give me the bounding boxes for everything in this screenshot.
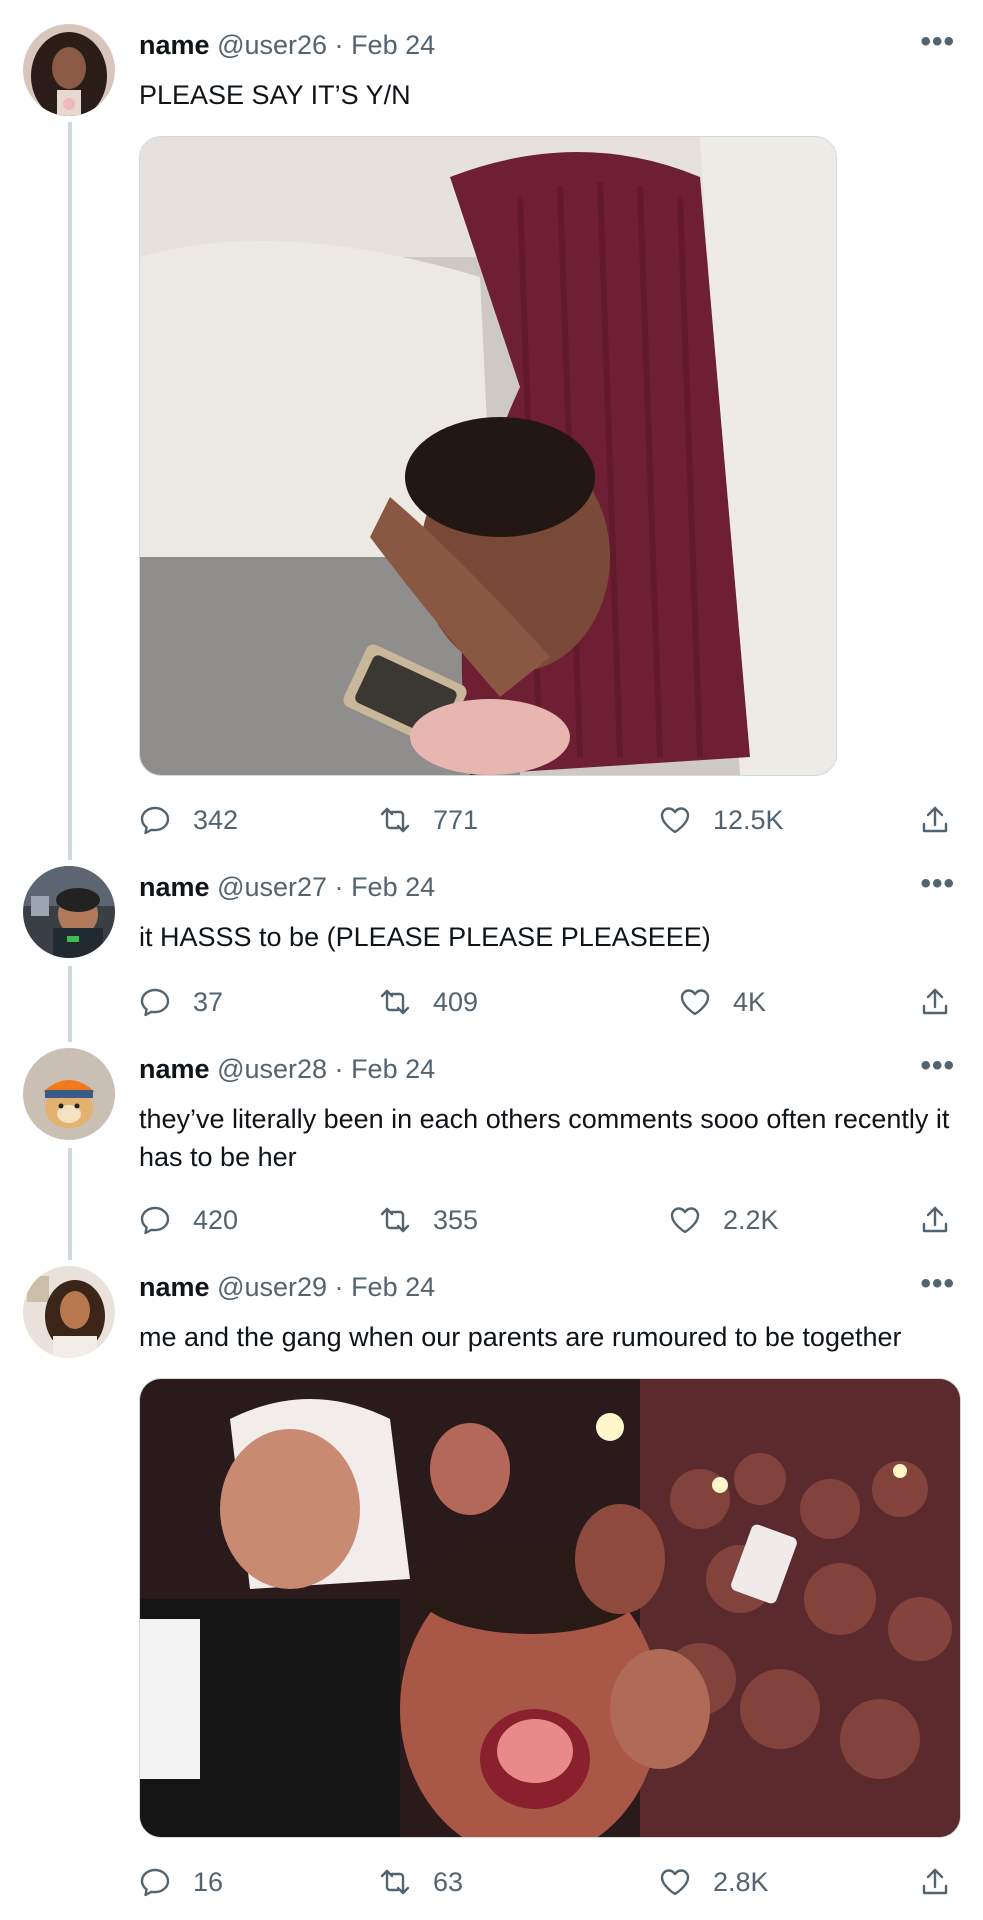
avatar-image bbox=[23, 1266, 115, 1358]
heart-icon bbox=[669, 1204, 701, 1236]
reply-count: 342 bbox=[193, 804, 239, 835]
reply-icon bbox=[139, 1204, 171, 1236]
more-icon[interactable]: ••• bbox=[920, 869, 955, 899]
photo-crowd-selfie bbox=[140, 1379, 960, 1837]
like-count: 12.5K bbox=[713, 804, 784, 835]
display-name[interactable]: name bbox=[139, 30, 210, 60]
retweet-icon bbox=[379, 986, 411, 1018]
avatar[interactable] bbox=[23, 24, 115, 116]
reply-count: 420 bbox=[193, 1204, 239, 1235]
tweet-thread: name @user26 · Feb 24 ••• PLEASE SAY IT’… bbox=[0, 0, 983, 1920]
retweet-button[interactable]: 409 bbox=[379, 982, 478, 1022]
user-handle[interactable]: @user27 bbox=[217, 872, 327, 902]
tweet-text: they’ve literally been in each others co… bbox=[139, 1104, 950, 1172]
reply-count: 16 bbox=[193, 1866, 224, 1897]
like-button[interactable]: 12.5K bbox=[659, 800, 784, 840]
retweet-button[interactable]: 771 bbox=[379, 800, 478, 840]
avatar-image bbox=[23, 866, 115, 958]
tweet-text: it HASSS to be (PLEASE PLEASE PLEASEEE) bbox=[139, 922, 711, 952]
reply-button[interactable]: 16 bbox=[139, 1862, 223, 1902]
like-button[interactable]: 2.8K bbox=[659, 1862, 769, 1902]
user-handle[interactable]: @user29 bbox=[217, 1272, 327, 1302]
avatar[interactable] bbox=[23, 1048, 115, 1140]
share-button[interactable] bbox=[919, 1200, 973, 1240]
retweet-button[interactable]: 355 bbox=[379, 1200, 478, 1240]
tweet-date[interactable]: Feb 24 bbox=[351, 30, 435, 60]
thread-connector bbox=[68, 966, 72, 1042]
share-button[interactable] bbox=[919, 1862, 973, 1902]
tweet-actions: 420 355 2.2K bbox=[139, 1200, 959, 1240]
tweet-media-image[interactable] bbox=[139, 136, 837, 776]
retweet-count: 63 bbox=[433, 1866, 464, 1897]
heart-icon bbox=[659, 804, 691, 836]
like-count: 4K bbox=[733, 986, 767, 1017]
user-handle[interactable]: @user28 bbox=[217, 1054, 327, 1084]
reply-button[interactable]: 420 bbox=[139, 1200, 238, 1240]
reply-icon bbox=[139, 804, 171, 836]
retweet-count: 409 bbox=[433, 986, 479, 1017]
share-icon bbox=[919, 804, 951, 836]
separator: · bbox=[334, 1054, 344, 1084]
retweet-icon bbox=[379, 804, 411, 836]
display-name[interactable]: name bbox=[139, 872, 210, 902]
more-icon[interactable]: ••• bbox=[920, 1051, 955, 1081]
separator: · bbox=[334, 30, 344, 60]
more-icon[interactable]: ••• bbox=[920, 1269, 955, 1299]
reply-button[interactable]: 37 bbox=[139, 982, 223, 1022]
tweet-header: name @user27 · Feb 24 bbox=[139, 870, 435, 904]
reply-icon bbox=[139, 1866, 171, 1898]
reply-count: 37 bbox=[193, 986, 224, 1017]
tweet-date[interactable]: Feb 24 bbox=[351, 872, 435, 902]
retweet-icon bbox=[379, 1204, 411, 1236]
tweet-media-image[interactable] bbox=[139, 1378, 961, 1838]
thread-connector bbox=[68, 1148, 72, 1260]
heart-icon bbox=[659, 1866, 691, 1898]
display-name[interactable]: name bbox=[139, 1272, 210, 1302]
thread-connector bbox=[68, 122, 72, 860]
share-icon bbox=[919, 1866, 951, 1898]
tweet-actions: 37 409 4K bbox=[139, 982, 959, 1022]
retweet-button[interactable]: 63 bbox=[379, 1862, 463, 1902]
retweet-count: 771 bbox=[433, 804, 479, 835]
tweet-actions: 16 63 2.8K bbox=[139, 1862, 959, 1902]
tweet-header: name @user28 · Feb 24 bbox=[139, 1052, 435, 1086]
like-count: 2.8K bbox=[713, 1866, 769, 1897]
retweet-count: 355 bbox=[433, 1204, 479, 1235]
user-handle[interactable]: @user26 bbox=[217, 30, 327, 60]
separator: · bbox=[334, 872, 344, 902]
share-button[interactable] bbox=[919, 800, 973, 840]
like-count: 2.2K bbox=[723, 1204, 779, 1235]
avatar[interactable] bbox=[23, 866, 115, 958]
tweet-text: me and the gang when our parents are rum… bbox=[139, 1322, 902, 1352]
reply-button[interactable]: 342 bbox=[139, 800, 238, 840]
avatar-image bbox=[23, 24, 115, 116]
tweet-actions: 342 771 12.5K bbox=[139, 800, 959, 840]
avatar[interactable] bbox=[23, 1266, 115, 1358]
display-name[interactable]: name bbox=[139, 1054, 210, 1084]
tweet-header: name @user26 · Feb 24 bbox=[139, 28, 435, 62]
retweet-icon bbox=[379, 1866, 411, 1898]
tweet-header: name @user29 · Feb 24 bbox=[139, 1270, 435, 1304]
share-icon bbox=[919, 986, 951, 1018]
like-button[interactable]: 2.2K bbox=[669, 1200, 779, 1240]
tweet-text: PLEASE SAY IT’S Y/N bbox=[139, 80, 411, 110]
photo-man-in-bed-with-phone bbox=[140, 137, 836, 775]
tweet-date[interactable]: Feb 24 bbox=[351, 1272, 435, 1302]
tweet-date[interactable]: Feb 24 bbox=[351, 1054, 435, 1084]
more-icon[interactable]: ••• bbox=[920, 27, 955, 57]
like-button[interactable]: 4K bbox=[679, 982, 766, 1022]
share-button[interactable] bbox=[919, 982, 973, 1022]
heart-icon bbox=[679, 986, 711, 1018]
reply-icon bbox=[139, 986, 171, 1018]
separator: · bbox=[334, 1272, 344, 1302]
avatar-image bbox=[23, 1048, 115, 1140]
share-icon bbox=[919, 1204, 951, 1236]
